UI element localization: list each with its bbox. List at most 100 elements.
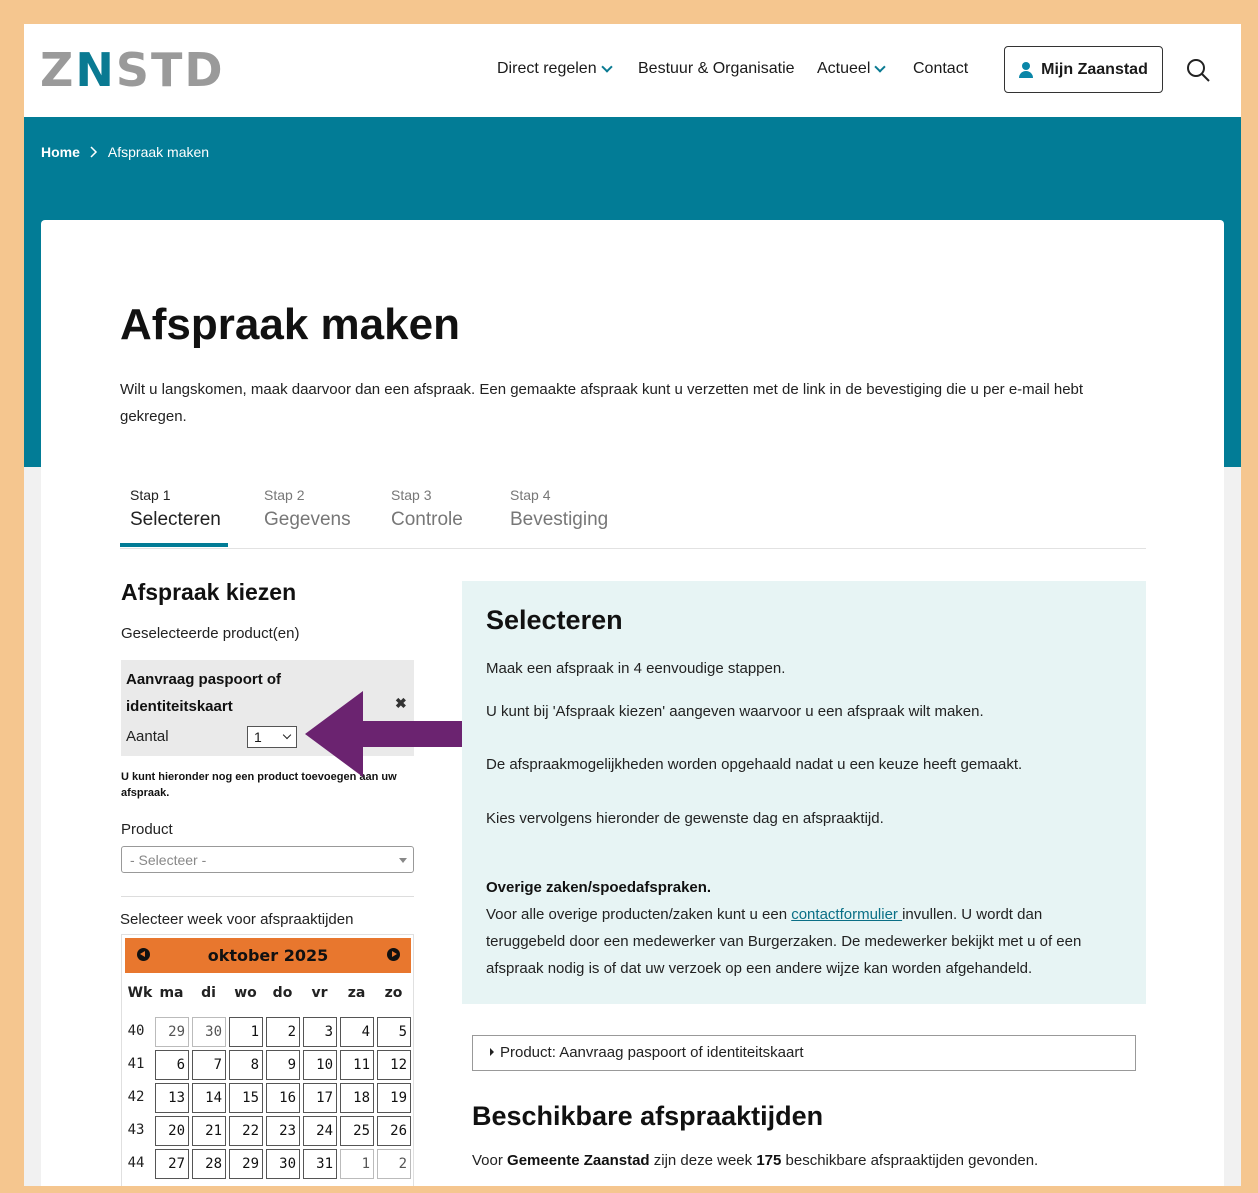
nav-contact[interactable]: Contact [913,60,968,78]
calendar-day[interactable]: 9 [266,1050,300,1080]
extra-text: Voor alle overige producten/zaken kunt u… [486,906,792,923]
nav-bestuur-organisatie[interactable]: Bestuur & Organisatie [638,60,795,78]
calendar-day[interactable]: 17 [303,1083,337,1113]
week-number: 43 [127,1122,145,1138]
calendar-week-row: 42 13 14 15 16 17 18 19 [122,1083,415,1113]
calendar-day[interactable]: 8 [229,1050,263,1080]
calendar-day[interactable]: 24 [303,1116,337,1146]
weekday-header: ma [159,985,184,1001]
chevron-down-icon [874,61,887,73]
calendar-day[interactable]: 27 [155,1149,189,1179]
calendar-day[interactable]: 23 [266,1116,300,1146]
calendar-day[interactable]: 7 [192,1050,226,1080]
calendar-day[interactable]: 14 [192,1083,226,1113]
calendar-day[interactable]: 2 [266,1017,300,1047]
logo-letters: Z [40,43,76,97]
calendar-header: oktober 2025 [125,938,411,973]
calendar-day[interactable]: 6 [155,1050,189,1080]
info-extra-heading: Overige zaken/spoedafspraken. [486,874,1126,901]
breadcrumb: Home Afspraak maken [41,144,209,160]
weekday-header: zo [384,985,403,1001]
info-text: Kies vervolgens hieronder de gewenste da… [486,810,884,827]
calendar-day[interactable]: 3 [303,1017,337,1047]
calendar-day[interactable]: 31 [303,1149,337,1179]
text: zijn deze week [649,1152,757,1169]
chevron-down-icon [600,61,613,73]
mijn-zaanstad-button[interactable]: Mijn Zaanstad [1004,46,1163,93]
text: beschikbare afspraaktijden gevonden. [781,1152,1039,1169]
step-2-tab[interactable]: Stap 2 Gegevens [264,487,351,531]
calendar-day[interactable]: 4 [340,1017,374,1047]
previous-month-icon[interactable] [137,948,150,961]
calendar-day[interactable]: 1 [229,1017,263,1047]
week-select-label: Selecteer week voor afspraaktijden [120,911,354,928]
calendar-week-row: 44 27 28 29 30 31 1 2 [122,1149,415,1179]
nav-label: Direct regelen [497,60,597,77]
calendar-day[interactable]: 12 [377,1050,411,1080]
calendar-day[interactable]: 26 [377,1116,411,1146]
calendar-day[interactable]: 29 [155,1017,189,1047]
calendar-weekday-headers: Wk ma di wo do vr za zo [122,985,415,1005]
weekday-header: vr [311,985,328,1001]
calendar-day[interactable]: 2 [377,1149,411,1179]
calendar-day[interactable]: 25 [340,1116,374,1146]
calendar-month: oktober 2025 [207,946,329,965]
info-panel: Selecteren Maak een afspraak in 4 eenvou… [462,581,1146,1004]
nav-direct-regelen[interactable]: Direct regelen [497,60,613,78]
calendar-day[interactable]: 5 [377,1017,411,1047]
nav-label: Actueel [817,60,871,77]
active-step-indicator [120,543,228,547]
nav-actueel[interactable]: Actueel [817,60,887,78]
week-number: 41 [127,1056,145,1072]
calendar-day[interactable]: 30 [266,1149,300,1179]
step-1-tab[interactable]: Stap 1 Selecteren [130,487,221,531]
step-label: Controle [391,509,463,530]
afspraak-kiezen-heading: Afspraak kiezen [121,579,297,605]
calendar-day[interactable]: 18 [340,1083,374,1113]
step-number: Stap 4 [510,487,551,503]
contactformulier-link[interactable]: contactformulier [791,906,902,923]
step-3-tab[interactable]: Stap 3 Controle [391,487,463,531]
info-text: U kunt bij 'Afspraak kiezen' aangeven wa… [486,703,984,720]
available-times-heading: Beschikbare afspraaktijden [472,1101,824,1131]
calendar-day[interactable]: 29 [229,1149,263,1179]
calendar-day[interactable]: 19 [377,1083,411,1113]
calendar-day[interactable]: 28 [192,1149,226,1179]
site-header: ZNSTD Direct regelen Bestuur & Organisat… [24,24,1241,117]
caret-down-icon [399,858,407,863]
product-select[interactable]: - Selecteer - [121,846,414,873]
calendar-week-row: 40 29 30 1 2 3 4 5 [122,1017,415,1047]
annotation-arrow-icon [305,691,465,777]
calendar-day[interactable]: 15 [229,1083,263,1113]
info-extra-text: Voor alle overige producten/zaken kunt u… [486,901,1121,982]
info-heading: Selecteren [486,605,623,635]
page-title: Afspraak maken [120,300,460,349]
calendar-day[interactable]: 1 [340,1149,374,1179]
chevron-right-icon [90,146,97,158]
calendar-day[interactable]: 22 [229,1116,263,1146]
step-label: Bevestiging [510,509,609,530]
next-month-icon[interactable] [387,948,400,961]
extra-heading-text: Overige zaken/spoedafspraken. [486,879,712,896]
calendar-day[interactable]: 11 [340,1050,374,1080]
zaanstad-logo[interactable]: ZNSTD [40,44,225,96]
calendar-day[interactable]: 10 [303,1050,337,1080]
calendar-day[interactable]: 20 [155,1116,189,1146]
page-intro: Wilt u langskomen, maak daarvoor dan een… [120,381,1084,425]
step-4-tab[interactable]: Stap 4 Bevestiging [510,487,608,531]
available-count: 175 [756,1152,782,1169]
calendar-day[interactable]: 13 [155,1083,189,1113]
calendar-day[interactable]: 21 [192,1116,226,1146]
search-icon[interactable] [1186,58,1210,82]
breadcrumb-current: Afspraak maken [107,144,210,160]
product-summary-toggle[interactable]: Product: Aanvraag paspoort of identiteit… [472,1035,1136,1071]
calendar-day[interactable]: 16 [266,1083,300,1113]
breadcrumb-home-link[interactable]: Home [41,144,80,160]
chevron-down-icon [282,730,292,740]
aantal-label: Aantal [126,728,169,745]
aantal-select[interactable]: 1 [247,726,297,748]
calendar-day[interactable]: 30 [192,1017,226,1047]
caret-right-icon [490,1048,494,1056]
user-icon [1019,61,1034,78]
weekday-header: do [272,985,293,1001]
